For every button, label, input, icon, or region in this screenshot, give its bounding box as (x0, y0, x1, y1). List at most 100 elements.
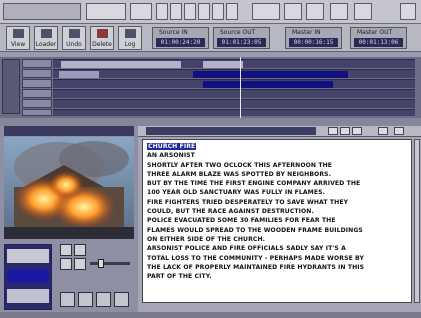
undo-label: Undo (66, 41, 82, 48)
status-bar (0, 312, 421, 318)
track-header[interactable] (22, 89, 52, 98)
track-controls (2, 59, 20, 114)
document-line: PART OF THE CITY. (147, 273, 212, 281)
delete-label: Delete (92, 41, 112, 48)
loader-button[interactable]: Loader (34, 26, 58, 50)
track-header[interactable] (22, 59, 52, 68)
document-line: POLICE EVACUATED SOME 30 FAMILIES FOR FE… (147, 217, 336, 225)
track-header[interactable] (22, 109, 52, 116)
transport-button[interactable] (114, 292, 129, 307)
script-tool-button[interactable] (352, 127, 362, 135)
option-button[interactable] (306, 3, 324, 20)
undo-button[interactable]: Undo (62, 26, 86, 50)
source-out-label: Source OUT (220, 29, 256, 36)
mode-button[interactable] (130, 3, 152, 20)
script-toolbar (138, 126, 421, 137)
option-button[interactable] (284, 3, 302, 20)
list-icon[interactable] (226, 3, 238, 20)
thumbnail[interactable] (7, 249, 49, 263)
view-icon (13, 29, 24, 38)
jog-slider-handle[interactable] (98, 259, 104, 268)
document-line: COULD, BUT THE RACE AGAINST DESTRUCTION. (147, 208, 314, 216)
script-editor-panel: CHURCH FIRE AN ARSONIST SHORTLY AFTER TW… (138, 126, 421, 312)
playhead[interactable] (240, 57, 241, 118)
loader-label: Loader (35, 41, 57, 48)
document-line: ON EITHER SIDE OF THE CHURCH. (147, 235, 266, 243)
timeline-track[interactable] (53, 99, 415, 108)
timeline-clip-selected[interactable] (203, 81, 333, 88)
master-in-value: 00:00:16:15 (289, 38, 338, 47)
source-in-value: 01:00:24:20 (156, 38, 205, 47)
master-out-value: 00:01:13:06 (354, 38, 403, 47)
master-in-timecode[interactable]: Master IN 00:00:16:15 (285, 27, 342, 49)
script-document[interactable]: CHURCH FIRE AN ARSONIST SHORTLY AFTER TW… (142, 139, 412, 303)
log-button[interactable]: Log (118, 26, 142, 50)
app-logo (3, 3, 81, 20)
delete-button[interactable]: Delete (90, 26, 114, 50)
mark-in-button[interactable] (60, 244, 72, 256)
track-header[interactable] (22, 99, 52, 108)
audio-icon[interactable] (198, 3, 210, 20)
timeline-track[interactable] (53, 79, 415, 88)
timeline-clip[interactable] (61, 61, 181, 68)
close-icon[interactable] (400, 3, 416, 20)
timeline-panel (0, 52, 421, 118)
transport-button[interactable] (96, 292, 111, 307)
thumbnail[interactable] (7, 269, 49, 283)
track-header[interactable] (22, 79, 52, 88)
view-button[interactable]: View (6, 26, 30, 50)
script-tool-button[interactable] (328, 127, 338, 135)
log-label: Log (124, 41, 136, 48)
track-header[interactable] (22, 69, 52, 78)
script-path-field[interactable] (146, 127, 316, 135)
option-button[interactable] (330, 3, 348, 20)
source-in-label: Source IN (159, 29, 188, 36)
layout-icon[interactable] (170, 3, 182, 20)
log-icon (125, 29, 136, 38)
source-out-timecode[interactable]: Source OUT 01:01:23:05 (213, 27, 270, 49)
video-frame-image (4, 137, 134, 239)
loader-icon (41, 29, 52, 38)
play-button[interactable] (74, 258, 86, 270)
script-tool-button[interactable] (394, 127, 404, 135)
document-line: 100 YEAR OLD SANCTUARY WAS FULLY IN FLAM… (147, 189, 326, 197)
master-out-timecode[interactable]: Master OUT 00:01:13:06 (350, 27, 407, 49)
jog-slider-track[interactable] (90, 262, 130, 265)
transport-button[interactable] (60, 292, 75, 307)
source-viewer-panel (0, 126, 138, 312)
mark-out-button[interactable] (74, 244, 86, 256)
split-icon[interactable] (184, 3, 196, 20)
document-line: THE LACK OF PROPERLY MAINTAINED FIRE HYD… (147, 263, 365, 271)
timeline-ruler[interactable] (0, 52, 421, 57)
master-in-label: Master IN (292, 29, 321, 36)
rewind-button[interactable] (60, 258, 72, 270)
timeline-clip[interactable] (59, 71, 99, 78)
view-label: View (10, 41, 26, 48)
transport-button[interactable] (78, 292, 93, 307)
settings-icon[interactable] (212, 3, 224, 20)
script-tool-button[interactable] (340, 127, 350, 135)
menu-button[interactable] (86, 3, 126, 20)
document-line: BUT BY THE TIME THE FIRST ENGINE COMPANY… (147, 180, 361, 188)
title-menu-bar (0, 0, 421, 24)
document-scrollbar[interactable] (414, 139, 420, 303)
document-line: FLAMES WOULD SPREAD TO THE WOODEN FRAME … (147, 226, 363, 234)
timeline-track[interactable] (53, 109, 415, 116)
document-title: CHURCH FIRE (147, 143, 197, 150)
grid-icon[interactable] (156, 3, 168, 20)
timeline-track[interactable] (53, 89, 415, 98)
source-out-value: 01:01:23:05 (217, 38, 266, 47)
thumbnail[interactable] (7, 289, 49, 303)
timeline-track[interactable] (53, 59, 415, 68)
timeline-track[interactable] (53, 69, 415, 78)
script-tool-button[interactable] (378, 127, 388, 135)
option-button[interactable] (354, 3, 372, 20)
option-button[interactable] (252, 3, 280, 20)
source-thumbnail-list[interactable] (4, 244, 52, 310)
timeline-clip-selected[interactable] (193, 71, 348, 78)
viewer-title-bar (4, 126, 134, 136)
document-line: TOTAL LOSS TO THE COMMUNITY - PERHAPS MA… (147, 254, 364, 262)
panel-divider (0, 118, 421, 126)
timeline-clip[interactable] (203, 61, 243, 68)
source-in-timecode[interactable]: Source IN 01:00:24:20 (152, 27, 209, 49)
